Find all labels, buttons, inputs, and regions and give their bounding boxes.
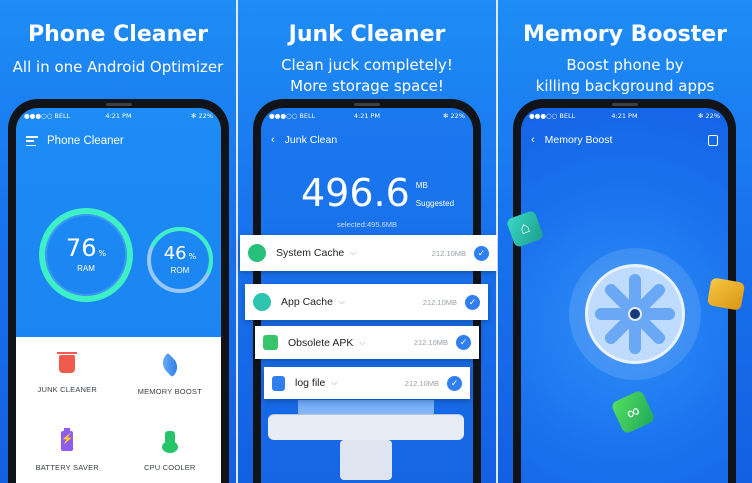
chevron-down-icon[interactable]: ⌵: [339, 297, 345, 307]
panel-subline: All in one Android Optimizer: [12, 58, 224, 76]
screen-titlebar: ‹ Junk Clean: [271, 130, 463, 150]
junk-size-value: 496.6: [301, 171, 410, 215]
tile-junk-cleaner[interactable]: JUNK CLEANER: [16, 337, 119, 413]
check-icon[interactable]: ✓: [447, 375, 462, 391]
panel-headline: Memory Booster: [522, 22, 728, 47]
panel-headline: Junk Cleaner: [288, 22, 446, 47]
junk-item-system-cache[interactable]: System Cache ⌵ 212.10MB ✓: [240, 235, 497, 271]
rom-unit: %: [188, 252, 197, 261]
tile-cpu-cooler[interactable]: CPU COOLER: [119, 413, 222, 483]
junk-item-name: Obsolete APK: [288, 336, 354, 349]
panel-subline-1: Clean juck completely!: [281, 56, 453, 74]
chevron-down-icon[interactable]: ⌵: [350, 248, 356, 258]
rom-gauge[interactable]: 46% ROM: [147, 227, 213, 293]
junk-item-obsolete-apk[interactable]: Obsolete APK ⌵ 212.10MB ✓: [255, 326, 479, 359]
screen-titlebar: ‹ Memory Boost: [531, 130, 718, 150]
junk-size-readout: 496.6 MB Suggested: [301, 173, 454, 213]
junk-item-size: 212.10MB: [413, 338, 448, 347]
phone-speaker: [354, 103, 380, 106]
back-chevron-icon[interactable]: ‹: [531, 134, 535, 146]
chevron-down-icon[interactable]: ⌵: [331, 378, 337, 388]
panel-subline-1: Boost phone by: [566, 56, 684, 74]
rom-value: 46: [163, 243, 187, 264]
junk-item-size: 212.10MB: [422, 297, 457, 307]
panel-headline: Phone Cleaner: [27, 22, 209, 47]
cleaner-neck: [340, 440, 392, 480]
junk-item-app-cache[interactable]: App Cache ⌵ 212.10MB ✓: [245, 284, 488, 320]
cleaner-head: [268, 414, 464, 440]
junk-item-log-file[interactable]: log file ⌵ 212.10MB ✓: [264, 367, 470, 399]
status-time: 4:21 PM: [105, 112, 132, 120]
fan-icon[interactable]: [585, 264, 685, 364]
panel-phone-cleaner: Phone Cleaner All in one Android Optimiz…: [0, 0, 236, 483]
app-bubble-grid-icon: [706, 277, 746, 311]
trash-icon: [57, 352, 78, 373]
junk-size-note: Suggested: [415, 199, 455, 208]
ram-value: 76: [65, 234, 97, 262]
check-icon[interactable]: ✓: [474, 245, 489, 261]
battery-icon: [61, 428, 74, 451]
ram-unit: %: [98, 249, 107, 258]
junk-item-name: System Cache: [276, 247, 345, 259]
thermometer-icon: [161, 431, 178, 453]
phone-mockup: ●●●○○ BELL 4:21 PM ✻ 22% Phone Cleaner 7…: [8, 99, 229, 483]
tile-label: MEMORY BOOST: [137, 387, 202, 396]
ram-gauge[interactable]: 76% RAM: [39, 208, 133, 302]
selected-size: selected:495.6MB: [336, 220, 398, 229]
rocket-icon: [157, 352, 182, 378]
junk-item-name: log file: [295, 377, 326, 389]
system-cache-icon: [248, 244, 266, 262]
tile-label: CPU COOLER: [143, 463, 196, 472]
back-chevron-icon[interactable]: ‹: [271, 134, 275, 146]
fan-hub: [628, 307, 642, 321]
cleaner-illustration: [268, 400, 464, 483]
status-time: 4:21 PM: [611, 112, 638, 120]
edit-icon[interactable]: [708, 134, 718, 146]
ram-label: RAM: [77, 264, 95, 273]
rom-label: ROM: [170, 266, 190, 275]
screen-title: Junk Clean: [284, 134, 338, 146]
junk-item-name: App Cache: [281, 296, 333, 308]
tile-memory-boost[interactable]: MEMORY BOOST: [119, 337, 222, 413]
panel-subline-2: killing background apps: [535, 77, 715, 95]
status-bar: ●●●○○ BELL 4:21 PM ✻ 22%: [16, 108, 221, 124]
phone-speaker: [611, 103, 638, 106]
status-bar: ●●●○○ BELL 4:21 PM ✻ 22%: [261, 108, 473, 124]
junk-size-unit: MB: [415, 181, 428, 190]
screen-title: Memory Boost: [544, 134, 613, 146]
phone-speaker: [105, 103, 132, 106]
feature-grid: JUNK CLEANER MEMORY BOOST BATTERY SAVER …: [16, 337, 221, 483]
tile-label: BATTERY SAVER: [35, 463, 99, 472]
panel-subline-2: More storage space!: [290, 77, 444, 95]
tile-label: JUNK CLEANER: [37, 385, 97, 394]
status-bar: ●●●○○ BELL 4:21 PM ✻ 22%: [521, 108, 728, 124]
apk-icon: [263, 335, 278, 350]
tile-battery-saver[interactable]: BATTERY SAVER: [16, 413, 119, 483]
junk-item-size: 212.10MB: [431, 248, 466, 258]
app-title: Phone Cleaner: [47, 135, 124, 147]
status-time: 4:21 PM: [353, 112, 381, 120]
check-icon[interactable]: ✓: [456, 335, 471, 350]
menu-icon[interactable]: [26, 136, 38, 146]
check-icon[interactable]: ✓: [465, 294, 480, 310]
app-titlebar: Phone Cleaner: [26, 130, 211, 152]
chevron-down-icon[interactable]: ⌵: [359, 338, 365, 348]
log-file-icon: [272, 375, 285, 391]
app-cache-icon: [253, 293, 271, 311]
junk-item-size: 212.10MB: [404, 378, 439, 388]
phone-screen: ●●●○○ BELL 4:21 PM ✻ 22% Phone Cleaner 7…: [16, 108, 221, 483]
